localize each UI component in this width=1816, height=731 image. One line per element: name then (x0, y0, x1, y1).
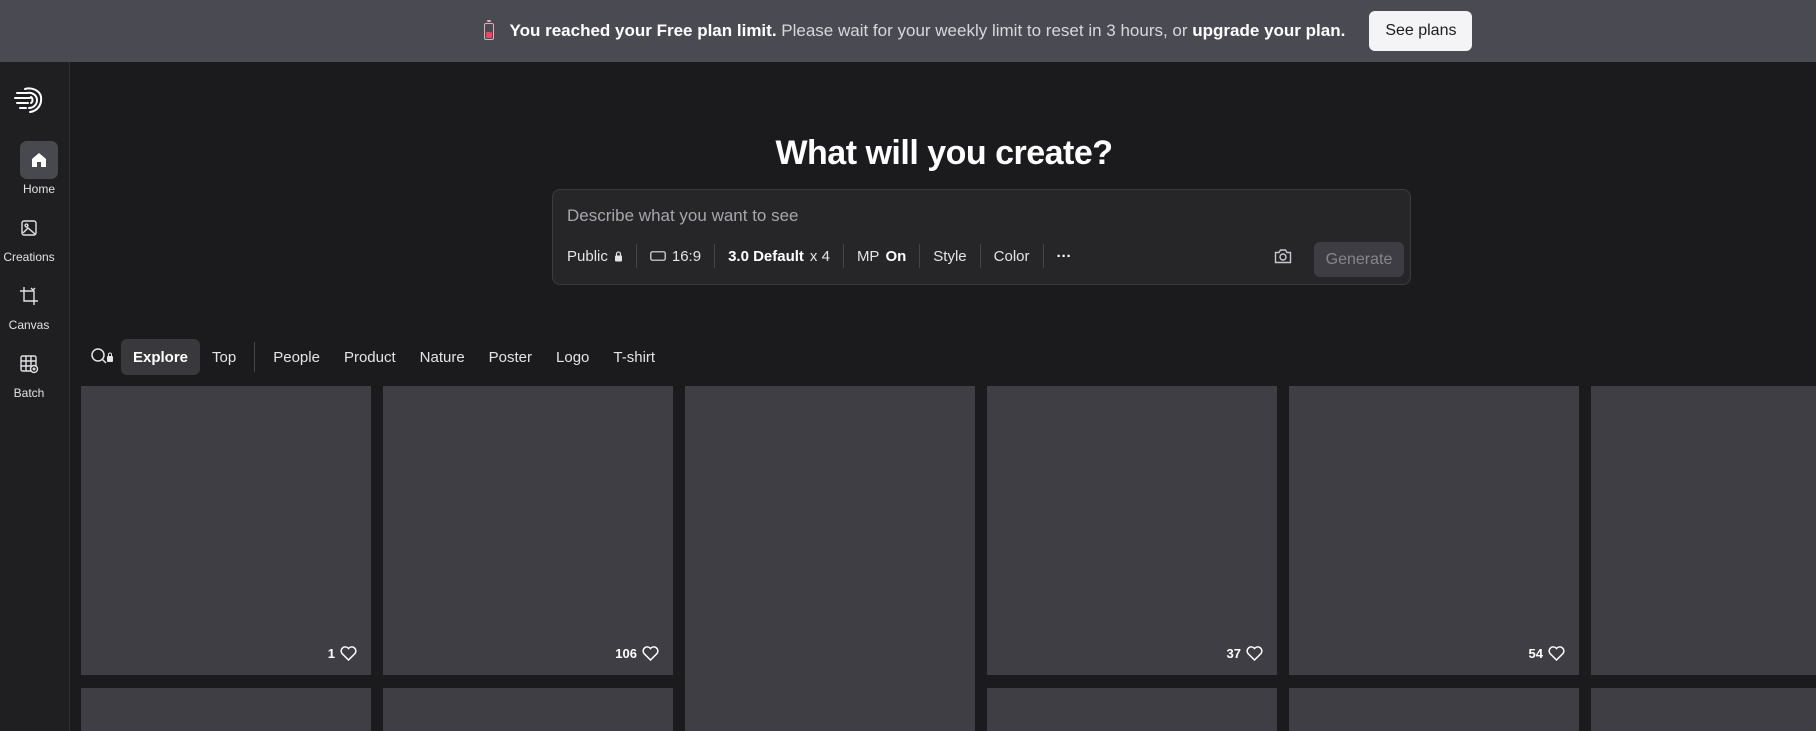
image-card[interactable] (1289, 688, 1579, 731)
prompt-toolbar: Public 16:9 3.0 Default x 4 MP On Style … (567, 244, 1085, 268)
sidebar-item-creations[interactable]: Creations (0, 209, 58, 264)
image-card[interactable]: 54 (1289, 386, 1579, 675)
brain-logo-icon[interactable] (13, 84, 45, 116)
tab-explore[interactable]: Explore (121, 339, 201, 375)
image-card[interactable] (1591, 386, 1816, 675)
tab-top[interactable]: Top (200, 339, 248, 375)
image-card[interactable] (81, 688, 371, 731)
image-card[interactable] (987, 688, 1277, 731)
image-card[interactable]: 1 (81, 386, 371, 675)
image-card[interactable] (685, 386, 975, 731)
tab-nature[interactable]: Nature (408, 339, 477, 375)
color-selector[interactable]: Color (981, 244, 1043, 268)
banner-message: You reached your Free plan limit. Please… (509, 21, 1346, 40)
model-selector[interactable]: 3.0 Default x 4 (715, 244, 843, 268)
camera-icon[interactable] (1274, 248, 1292, 264)
image-card[interactable]: 106 (383, 386, 673, 675)
main-content: What will you create? Public 16:9 3.0 De… (71, 62, 1816, 731)
lock-icon (614, 250, 622, 261)
style-selector[interactable]: Style (920, 244, 979, 268)
crop-icon (20, 287, 38, 305)
image-icon (21, 220, 37, 236)
image-card[interactable] (1591, 688, 1816, 731)
sidebar-item-label: Batch (13, 386, 45, 400)
sidebar-item-batch[interactable]: Batch (0, 345, 58, 400)
sidebar-item-label: Canvas (8, 318, 50, 332)
tab-poster[interactable]: Poster (477, 339, 544, 375)
page-title: What will you create? (775, 134, 1113, 172)
image-card[interactable]: 37 (987, 386, 1277, 675)
tab-people[interactable]: People (261, 339, 332, 375)
grid-icon (20, 355, 39, 374)
magic-prompt-toggle[interactable]: MP On (844, 244, 919, 268)
heart-icon (340, 646, 357, 661)
like-count[interactable]: 1 (328, 646, 357, 661)
sidebar-item-label: Creations (3, 250, 55, 264)
heart-icon (642, 646, 659, 661)
sidebar-item-label: Home (22, 182, 55, 196)
upgrade-link[interactable]: upgrade your plan. (1192, 21, 1345, 40)
image-card[interactable] (383, 688, 673, 731)
like-count[interactable]: 54 (1529, 646, 1565, 661)
aspect-ratio-selector[interactable]: 16:9 (637, 244, 714, 268)
sidebar-item-canvas[interactable]: Canvas (0, 277, 58, 332)
more-options-button[interactable]: ··· (1044, 244, 1085, 268)
like-count[interactable]: 37 (1227, 646, 1263, 661)
filter-tabs: Explore Top People Product Nature Poster… (89, 339, 667, 375)
plan-limit-banner: You reached your Free plan limit. Please… (0, 0, 1816, 62)
visibility-toggle[interactable]: Public (567, 244, 636, 268)
like-count[interactable]: 106 (615, 646, 659, 661)
battery-low-icon (483, 19, 494, 40)
tab-product[interactable]: Product (332, 339, 408, 375)
aspect-ratio-icon (650, 251, 666, 261)
prompt-box: Public 16:9 3.0 Default x 4 MP On Style … (552, 189, 1411, 285)
tab-logo[interactable]: Logo (544, 339, 601, 375)
tab-tshirt[interactable]: T-shirt (601, 339, 667, 375)
generate-button[interactable]: Generate (1314, 242, 1404, 277)
heart-icon (1548, 646, 1565, 661)
heart-icon (1246, 646, 1263, 661)
see-plans-button[interactable]: See plans (1369, 11, 1473, 51)
search-icon[interactable] (89, 347, 115, 367)
prompt-input[interactable] (567, 204, 1167, 228)
divider (254, 342, 256, 372)
